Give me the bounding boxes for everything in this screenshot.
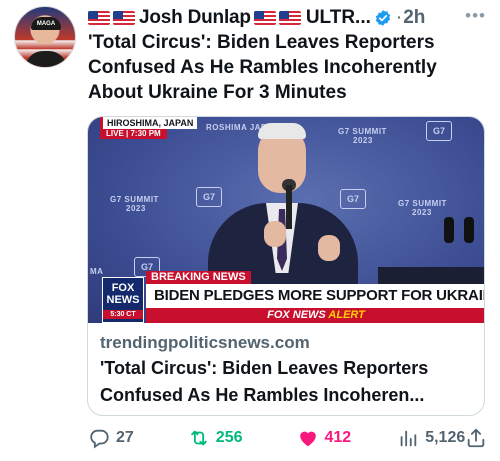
edge-text: MA bbox=[90, 267, 104, 276]
breaking-news-label: BREAKING NEWS bbox=[146, 271, 251, 284]
g7-year-text: 2023 bbox=[412, 208, 432, 217]
repost-button[interactable]: 256 bbox=[188, 427, 243, 449]
repost-count: 256 bbox=[215, 429, 243, 446]
g7-summit-text: G7 SUMMIT bbox=[398, 199, 447, 208]
us-flag-icon bbox=[253, 11, 276, 25]
g7-summit-text: G7 SUMMIT bbox=[110, 195, 159, 204]
views-button[interactable]: 5,126 bbox=[397, 427, 465, 449]
card-domain[interactable]: trendingpoliticsnews.com bbox=[100, 333, 472, 353]
tweet-header: Josh Dunlap ULTR... · 2h ••• bbox=[88, 6, 486, 30]
author-name[interactable]: Josh Dunlap bbox=[139, 7, 251, 29]
g7-logo: G7 bbox=[426, 121, 452, 141]
views-count: 5,126 bbox=[425, 429, 466, 446]
share-icon bbox=[468, 428, 485, 448]
like-count: 412 bbox=[324, 429, 352, 446]
g7-year-text: 2023 bbox=[353, 136, 373, 145]
g7-summit-text: G7 SUMMIT bbox=[338, 127, 387, 136]
views-chart-icon bbox=[400, 430, 417, 447]
more-options-icon[interactable]: ••• bbox=[465, 6, 486, 26]
separator-dot: · bbox=[395, 7, 403, 28]
speaker-hand bbox=[264, 221, 286, 247]
microphone-handle bbox=[286, 185, 292, 229]
reply-count: 27 bbox=[116, 429, 134, 446]
us-flag-icon bbox=[113, 11, 135, 25]
us-flag-icon bbox=[278, 11, 301, 25]
card-body[interactable]: trendingpoliticsnews.com 'Total Circus':… bbox=[88, 323, 484, 407]
reply-icon bbox=[90, 429, 109, 449]
g7-year-text: 2023 bbox=[126, 204, 146, 213]
avatar-body bbox=[25, 51, 67, 67]
timestamp[interactable]: 2h bbox=[403, 7, 425, 29]
action-bar: 27 256 412 5,126 bbox=[88, 424, 486, 452]
location-tag: HIROSHIMA, JAPAN LIVE | 7:30 PM bbox=[100, 117, 198, 139]
live-badge: LIVE | 7:30 PM bbox=[100, 129, 167, 139]
video-thumbnail[interactable]: ROSHIMA JAPAN G7 SUMMIT 2023 G7 G7 SUMMI… bbox=[88, 117, 484, 323]
g7-logo: G7 bbox=[196, 187, 222, 207]
microphone-stand bbox=[464, 217, 474, 243]
share-button[interactable] bbox=[465, 427, 493, 449]
tweet-text: 'Total Circus': Biden Leaves Reporters C… bbox=[88, 32, 437, 103]
avatar-cap: MAGA bbox=[31, 17, 61, 30]
repost-icon bbox=[191, 430, 207, 446]
card-title-line[interactable]: 'Total Circus': Biden Leaves Reporters bbox=[100, 357, 472, 380]
like-button[interactable]: 412 bbox=[297, 427, 352, 449]
location-text: HIROSHIMA, JAPAN bbox=[100, 117, 198, 129]
card-title-line[interactable]: Confused As He Rambles Incoheren... bbox=[100, 384, 472, 407]
avatar[interactable]: MAGA bbox=[14, 6, 76, 68]
reply-button[interactable]: 27 bbox=[88, 427, 134, 449]
link-card[interactable]: ROSHIMA JAPAN G7 SUMMIT 2023 G7 G7 SUMMI… bbox=[87, 116, 485, 416]
chyron-headline: BIDEN PLEDGES MORE SUPPORT FOR UKRAINE bbox=[146, 284, 484, 308]
author-handle[interactable]: ULTR... bbox=[306, 7, 371, 29]
alert-bar: FOX NEWS ALERT bbox=[146, 308, 484, 323]
heart-icon bbox=[299, 431, 316, 447]
microphone-stand bbox=[444, 217, 454, 243]
speaker-hand bbox=[318, 235, 340, 261]
verified-badge-icon bbox=[375, 10, 391, 26]
speaker-hair bbox=[258, 123, 306, 139]
g7-logo: G7 bbox=[340, 189, 366, 209]
fox-news-logo: FOX NEWS 5:30 CT bbox=[102, 277, 144, 323]
us-flag-icon bbox=[88, 11, 110, 25]
